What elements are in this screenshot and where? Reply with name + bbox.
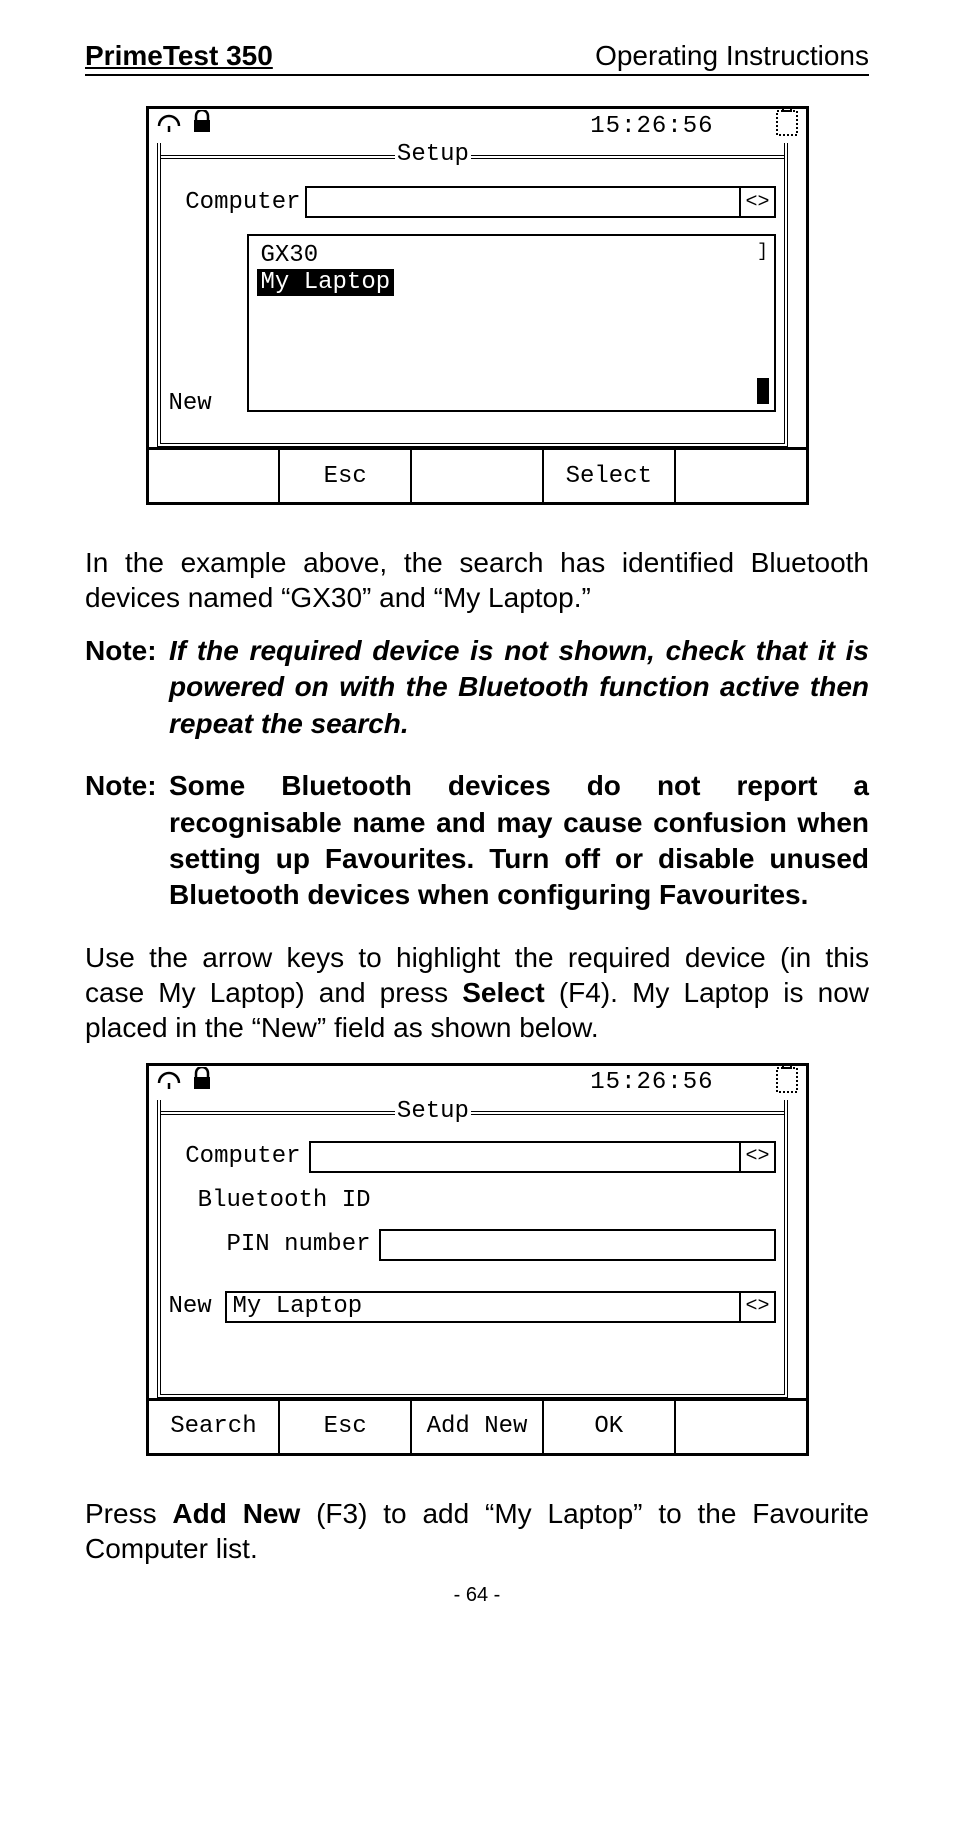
lock-icon [191,110,213,142]
plug-icon [155,1069,185,1097]
paragraph: Press Add New (F3) to add “My Laptop” to… [85,1496,869,1566]
pin-label: PIN number [169,1231,379,1258]
status-time: 15:26:56 [590,113,713,140]
status-bar: 15:26:56 [149,1066,806,1100]
setup-frame: Setup Computer <> Bluetooth ID PIN numbe… [157,1100,788,1398]
computer-field[interactable] [309,1141,742,1173]
battery-icon [774,107,800,145]
lock-icon [191,1067,213,1099]
pin-field[interactable] [379,1229,776,1261]
softkey-f2[interactable]: Esc [280,1401,412,1453]
softkey-f5[interactable] [676,1401,806,1453]
frame-title: Setup [395,1098,471,1125]
note-1: Note: If the required device is not show… [85,633,869,742]
new-label: New [169,1293,225,1320]
frame-title: Setup [395,141,471,168]
device-screen-2: 15:26:56 Setup Computer <> Bluetooth ID [146,1063,809,1456]
note-body: If the required device is not shown, che… [169,633,869,742]
setup-frame: Setup Computer <> GX30 My Laptop ] N [157,143,788,447]
computer-label: Computer [169,1143,309,1170]
scroll-thumb[interactable] [757,378,769,404]
scrollbar[interactable]: ] [752,236,774,410]
computer-label: Computer [169,189,305,216]
device-listbox[interactable]: GX30 My Laptop ] [247,234,776,412]
softkey-f5[interactable] [676,450,806,502]
softkey-f2[interactable]: Esc [280,450,412,502]
header-section: Operating Instructions [595,40,869,72]
softkey-f4[interactable]: Select [544,450,676,502]
list-item[interactable]: GX30 [257,242,323,269]
plug-icon [155,112,185,140]
paragraph: In the example above, the search has ide… [85,545,869,615]
new-label: New [169,390,212,417]
header-product: PrimeTest 350 [85,40,273,72]
battery-icon [774,1064,800,1102]
softkey-f3[interactable]: Add New [412,1401,544,1453]
new-field[interactable]: My Laptop [225,1291,742,1323]
bluetooth-id-label: Bluetooth ID [169,1187,379,1214]
scroll-up-icon[interactable]: ] [757,242,768,262]
status-bar: 15:26:56 [149,109,806,143]
new-arrows[interactable]: <> [741,1291,775,1323]
softkey-f1[interactable]: Search [149,1401,281,1453]
softkey-f3[interactable] [412,450,544,502]
bluetooth-id-value [379,1187,776,1215]
note-2: Note: Some Bluetooth devices do not repo… [85,768,869,914]
page-number: - 64 - [85,1584,869,1607]
paragraph: Use the arrow keys to highlight the requ… [85,940,869,1045]
softkey-bar: Search Esc Add New OK [149,1398,806,1453]
softkey-f4[interactable]: OK [544,1401,676,1453]
note-label: Note: [85,768,169,914]
note-body: Some Bluetooth devices do not report a r… [169,768,869,914]
computer-arrows[interactable]: <> [741,186,775,218]
computer-arrows[interactable]: <> [741,1141,775,1173]
list-item[interactable]: My Laptop [257,269,395,296]
page-header: PrimeTest 350 Operating Instructions [85,40,869,76]
computer-field[interactable] [305,186,742,218]
softkey-f1[interactable] [149,450,281,502]
device-screen-1: 15:26:56 Setup Computer <> GX30 My Lapto… [146,106,809,505]
note-label: Note: [85,633,169,742]
status-time: 15:26:56 [590,1069,713,1096]
softkey-bar: Esc Select [149,447,806,502]
